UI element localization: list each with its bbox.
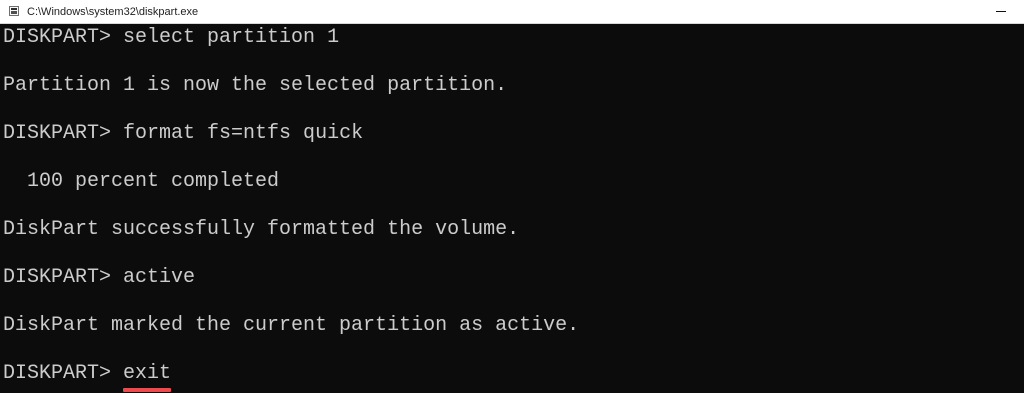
diskpart-prompt: DISKPART> [3, 266, 124, 289]
diskpart-prompt: DISKPART> [3, 122, 124, 145]
command-line-select-partition: DISKPART> select partition 1 [3, 26, 339, 50]
command-line-format: DISKPART> format fs=ntfs quick [3, 122, 363, 146]
progress-output-line: 100 percent completed [3, 170, 280, 193]
title-bar[interactable]: C:\Windows\system32\diskpart.exe [0, 0, 1024, 24]
output-line: DiskPart successfully formatted the volu… [3, 218, 520, 241]
command-line-active: DISKPART> active [3, 266, 195, 290]
exit-command-text: exit [123, 362, 172, 385]
diskpart-window: C:\Windows\system32\diskpart.exe DISKPAR… [0, 0, 1024, 393]
red-underline-annotation [123, 388, 172, 392]
minimize-button[interactable] [978, 0, 1024, 24]
command-text: format fs=ntfs quick [123, 122, 364, 145]
window-title: C:\Windows\system32\diskpart.exe [27, 6, 199, 18]
console-icon [9, 6, 19, 16]
console-output[interactable]: DISKPART> select partition 1 Partition 1… [0, 24, 1024, 393]
output-line: Partition 1 is now the selected partitio… [3, 74, 508, 97]
diskpart-prompt: DISKPART> [3, 362, 124, 385]
command-text: select partition 1 [123, 26, 340, 49]
command-line-exit: DISKPART> exit [3, 362, 172, 392]
diskpart-prompt: DISKPART> [3, 26, 124, 49]
minimize-icon [996, 11, 1006, 12]
command-text: active [123, 266, 196, 289]
output-line: DiskPart marked the current partition as… [3, 314, 580, 337]
exit-command-highlight: exit [123, 362, 172, 392]
